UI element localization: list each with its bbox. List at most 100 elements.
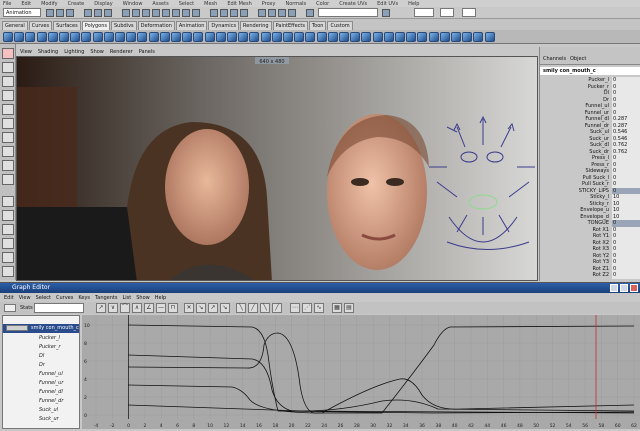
tab-channels[interactable]: Channels	[543, 56, 566, 62]
channel-box-toggle-icon[interactable]	[382, 9, 390, 17]
shelf-tool-icon[interactable]	[137, 32, 148, 42]
ge-menu-edit[interactable]: Edit	[4, 295, 14, 301]
rotate-tool-icon[interactable]	[2, 104, 14, 115]
outliner-attribute[interactable]: Funnel_ur	[3, 379, 79, 388]
menu-assets[interactable]: Assets	[152, 1, 168, 7]
layout-hypershade-icon[interactable]	[2, 252, 14, 263]
shelf-tool-icon[interactable]	[159, 32, 170, 42]
show-manip-tool-icon[interactable]	[2, 160, 14, 171]
channel-value[interactable]: 0	[612, 272, 640, 279]
mask-dynamic-icon[interactable]	[172, 9, 180, 17]
shelf-tool-icon[interactable]	[59, 32, 69, 42]
mask-surface-icon[interactable]	[152, 9, 160, 17]
pre-infinity-icon[interactable]: ⋯	[290, 303, 300, 313]
paint-select-tool-icon[interactable]	[2, 76, 14, 87]
ge-menu-tangents[interactable]: Tangents	[95, 295, 117, 301]
shelf-tool-icon[interactable]	[36, 32, 47, 42]
snap-plane-icon[interactable]	[240, 9, 248, 17]
input-line-icon[interactable]	[306, 9, 314, 17]
shelf-tool-icon[interactable]	[148, 32, 159, 42]
snap-grid-icon[interactable]	[210, 9, 218, 17]
manipulator-tool-icon[interactable]	[2, 132, 14, 143]
lasso-tool-icon[interactable]	[2, 62, 14, 73]
tab-dynamics[interactable]: Dynamics	[208, 21, 240, 30]
outliner-attribute[interactable]: Suck_ul	[3, 406, 79, 415]
shelf-tool-icon[interactable]	[383, 32, 394, 42]
panel-menu-show[interactable]: Show	[90, 49, 104, 55]
outliner-attribute[interactable]: Pucker_l	[3, 334, 79, 343]
ge-menu-list[interactable]: List	[122, 295, 131, 301]
shelf-tool-icon[interactable]	[339, 32, 349, 42]
panel-menu-lighting[interactable]: Lighting	[64, 49, 84, 55]
buffer-curve-icon[interactable]: ╲	[236, 303, 246, 313]
shelf-tool-icon[interactable]	[238, 32, 249, 42]
shelf-tool-icon[interactable]	[260, 32, 271, 42]
ge-menu-curves[interactable]: Curves	[56, 295, 73, 301]
swap-buffer-icon[interactable]: ╱	[248, 303, 258, 313]
save-scene-icon[interactable]	[66, 9, 74, 17]
tab-general[interactable]: General	[2, 21, 28, 30]
history-icon[interactable]	[258, 9, 266, 17]
snap-curve-icon[interactable]	[220, 9, 228, 17]
shelf-tool-icon[interactable]	[47, 32, 58, 42]
tab-painteffects[interactable]: PaintEffects	[272, 21, 308, 30]
lock-weight-icon[interactable]: ↘	[220, 303, 230, 313]
shelf-tool-icon[interactable]	[271, 32, 282, 42]
stats-field[interactable]	[34, 303, 84, 313]
layout-outliner-icon[interactable]	[2, 238, 14, 249]
shelf-tool-icon[interactable]	[92, 32, 103, 42]
mask-joint-icon[interactable]	[132, 9, 140, 17]
mask-handle-icon[interactable]	[122, 9, 130, 17]
denormalize-icon[interactable]: ╱	[272, 303, 282, 313]
shelf-tool-icon[interactable]	[305, 32, 316, 42]
tab-subdivs[interactable]: Subdivs	[111, 21, 137, 30]
shelf-tool-icon[interactable]	[103, 32, 114, 42]
panel-menu-panels[interactable]: Panels	[139, 49, 155, 55]
tab-deformation[interactable]: Deformation	[137, 21, 175, 30]
shelf-tool-icon[interactable]	[395, 32, 405, 42]
cycle-icon[interactable]: ∿	[314, 303, 324, 313]
shelf-tool-icon[interactable]	[215, 32, 226, 42]
minimize-icon[interactable]	[610, 284, 618, 292]
shelf-tool-icon[interactable]	[462, 32, 473, 42]
quick-select-field[interactable]	[318, 8, 378, 17]
select-component-icon[interactable]	[104, 9, 112, 17]
step-tangent-icon[interactable]: ⊓	[168, 303, 178, 313]
mask-deform-icon[interactable]	[162, 9, 170, 17]
select-tool-icon[interactable]	[2, 48, 14, 59]
select-hierarchy-icon[interactable]	[84, 9, 92, 17]
menu-mesh[interactable]: Mesh	[204, 1, 217, 7]
mask-render-icon[interactable]	[182, 9, 190, 17]
mask-misc-icon[interactable]	[192, 9, 200, 17]
x-field[interactable]	[414, 8, 434, 17]
menu-file[interactable]: File	[3, 1, 11, 7]
menu-edit[interactable]: Edit	[21, 1, 31, 7]
shelf-tool-icon[interactable]	[316, 32, 327, 42]
shelf-tool-icon[interactable]	[204, 32, 215, 42]
shelf-tool-icon[interactable]	[81, 32, 92, 42]
unify-tangent-icon[interactable]: ↘	[196, 303, 206, 313]
shelf-tool-icon[interactable]	[14, 32, 25, 42]
clamped-tangent-icon[interactable]: ∧	[132, 303, 142, 313]
outliner-attribute[interactable]: Dr	[3, 361, 79, 370]
scale-tool-icon[interactable]	[2, 118, 14, 129]
menu-modify[interactable]: Modify	[41, 1, 58, 7]
tab-toon[interactable]: Toon	[308, 21, 327, 30]
outliner-attribute[interactable]: Funnel_dl	[3, 388, 79, 397]
flat-tangent-icon[interactable]: —	[156, 303, 166, 313]
outliner-attribute[interactable]: Suck_ur	[3, 415, 79, 424]
layout-custom-icon[interactable]	[2, 266, 14, 277]
shelf-tool-icon[interactable]	[283, 32, 293, 42]
menu-normals[interactable]: Normals	[285, 1, 306, 7]
menu-help[interactable]: Help	[408, 1, 419, 7]
free-weight-icon[interactable]: ↗	[208, 303, 218, 313]
close-icon[interactable]	[630, 284, 638, 292]
shelf-tool-icon[interactable]	[3, 32, 13, 42]
shelf-tool-icon[interactable]	[350, 32, 361, 42]
menu-window[interactable]: Window	[123, 1, 143, 7]
shelf-tool-icon[interactable]	[484, 32, 495, 42]
outliner-attribute[interactable]: Funnel_dr	[3, 397, 79, 406]
ge-menu-view[interactable]: View	[19, 295, 31, 301]
y-field[interactable]	[440, 8, 454, 17]
frame-selection-icon[interactable]: ∨	[108, 303, 118, 313]
